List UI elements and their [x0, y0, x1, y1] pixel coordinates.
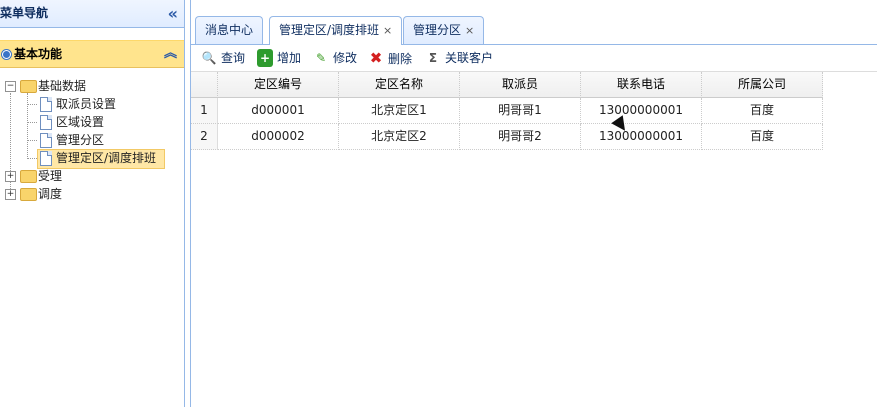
edit-label: 修改 [333, 51, 358, 65]
sidebar-title: 菜单导航 [0, 6, 49, 20]
row-number: 1 [191, 98, 218, 124]
add-label: 增加 [277, 51, 302, 65]
table-cell[interactable]: 百度 [702, 124, 823, 150]
file-icon [40, 97, 52, 112]
table-cell[interactable]: 百度 [702, 98, 823, 124]
table-cell[interactable]: d000002 [218, 124, 339, 150]
toolbar: 🔍 查询 + 增加 ✎ 修改 ✖ 删除 Σ 关联客户 [191, 45, 877, 72]
tab-message-center[interactable]: 消息中心 [195, 16, 264, 44]
query-label: 查询 [221, 51, 246, 65]
tree-node-label: 调度 [38, 187, 63, 201]
add-button[interactable]: + 增加 [257, 49, 301, 67]
tree-node-manage-subarea[interactable]: 管理分区 [0, 131, 180, 149]
delete-label: 删除 [388, 52, 413, 66]
tree-node-label: 区域设置 [56, 115, 105, 129]
accordion-header[interactable]: 基本功能 ︽ [0, 40, 184, 68]
bullet-icon [2, 50, 11, 59]
table-cell[interactable]: 北京定区2 [339, 124, 460, 150]
sigma-icon: Σ [428, 51, 438, 65]
pencil-icon: ✎ [315, 51, 327, 65]
column-header[interactable]: 定区名称 [339, 72, 460, 98]
column-header[interactable]: 定区编号 [218, 72, 339, 98]
table-cell[interactable]: 明哥哥2 [460, 124, 581, 150]
tab-manage-subarea[interactable]: 管理分区 × [403, 16, 485, 44]
table-cell[interactable]: 明哥哥1 [460, 98, 581, 124]
expand-toggle-icon[interactable]: + [5, 189, 16, 200]
tab-label: 管理定区/调度排班 [279, 23, 380, 37]
row-number-header [191, 72, 218, 98]
table-cell[interactable]: d000001 [218, 98, 339, 124]
double-chevron-up-icon[interactable]: ︽ [164, 41, 177, 67]
tree-node-basic-data[interactable]: − 基础数据 [0, 77, 180, 95]
tab-label: 管理分区 [413, 23, 462, 37]
column-header[interactable]: 所属公司 [702, 72, 823, 98]
expand-toggle-icon[interactable]: + [5, 171, 16, 182]
folder-icon [20, 188, 37, 201]
tree-node-label: 基础数据 [38, 79, 87, 93]
tree-node-label: 管理定区/调度排班 [56, 151, 157, 165]
delete-button[interactable]: ✖ 删除 [368, 49, 412, 67]
edit-button[interactable]: ✎ 修改 [313, 49, 357, 67]
file-icon [40, 151, 52, 166]
tree-node-courier-settings[interactable]: 取派员设置 [0, 95, 180, 113]
folder-icon [20, 170, 37, 183]
tree-node-label: 受理 [38, 169, 63, 183]
tab-bar: 消息中心 管理定区/调度排班 × 管理分区 × [191, 13, 877, 45]
link-customer-button[interactable]: Σ 关联客户 [425, 49, 493, 67]
tab-label: 消息中心 [205, 23, 254, 37]
folder-open-icon [20, 80, 37, 93]
tree-node-dispatch[interactable]: + 调度 [0, 185, 180, 203]
file-icon [40, 133, 52, 148]
main-panel: 消息中心 管理定区/调度排班 × 管理分区 × 🔍 查询 + 增加 ✎ 修改 ✖ 删除 Σ关… [190, 0, 877, 407]
accordion-title: 基本功能 [14, 47, 63, 61]
tree-node-accept[interactable]: + 受理 [0, 167, 180, 185]
tab-manage-fixed-area[interactable]: 管理定区/调度排班 × [269, 16, 403, 45]
plus-icon: + [257, 49, 273, 67]
close-icon[interactable]: × [383, 24, 392, 37]
column-header[interactable]: 取派员 [460, 72, 581, 98]
sidebar-header: 菜单导航 « [0, 0, 184, 28]
search-icon: 🔍 [201, 51, 217, 65]
collapse-toggle-icon[interactable]: − [5, 81, 16, 92]
sidebar: 菜单导航 « 基本功能 ︽ − 基础数据 取派员设置 区域设置 管理分区 管理定… [0, 0, 185, 407]
column-header[interactable]: 联系电话 [581, 72, 702, 98]
tree-node-label: 取派员设置 [56, 97, 117, 111]
link-customer-label: 关联客户 [445, 51, 494, 65]
row-number: 2 [191, 124, 218, 150]
delete-x-icon: ✖ [369, 49, 383, 67]
tree-node-manage-fixed-area[interactable]: 管理定区/调度排班 [0, 149, 180, 167]
table-cell[interactable]: 13000000001 [581, 124, 702, 150]
tree-node-label: 管理分区 [56, 133, 105, 147]
table-cell[interactable]: 北京定区1 [339, 98, 460, 124]
file-icon [40, 115, 52, 130]
tree-node-region-settings[interactable]: 区域设置 [0, 113, 180, 131]
double-chevron-left-icon[interactable]: « [168, 0, 178, 27]
table-cell[interactable]: 13000000001 [581, 98, 702, 124]
query-button[interactable]: 🔍 查询 [201, 49, 246, 67]
close-icon[interactable]: × [465, 24, 474, 37]
